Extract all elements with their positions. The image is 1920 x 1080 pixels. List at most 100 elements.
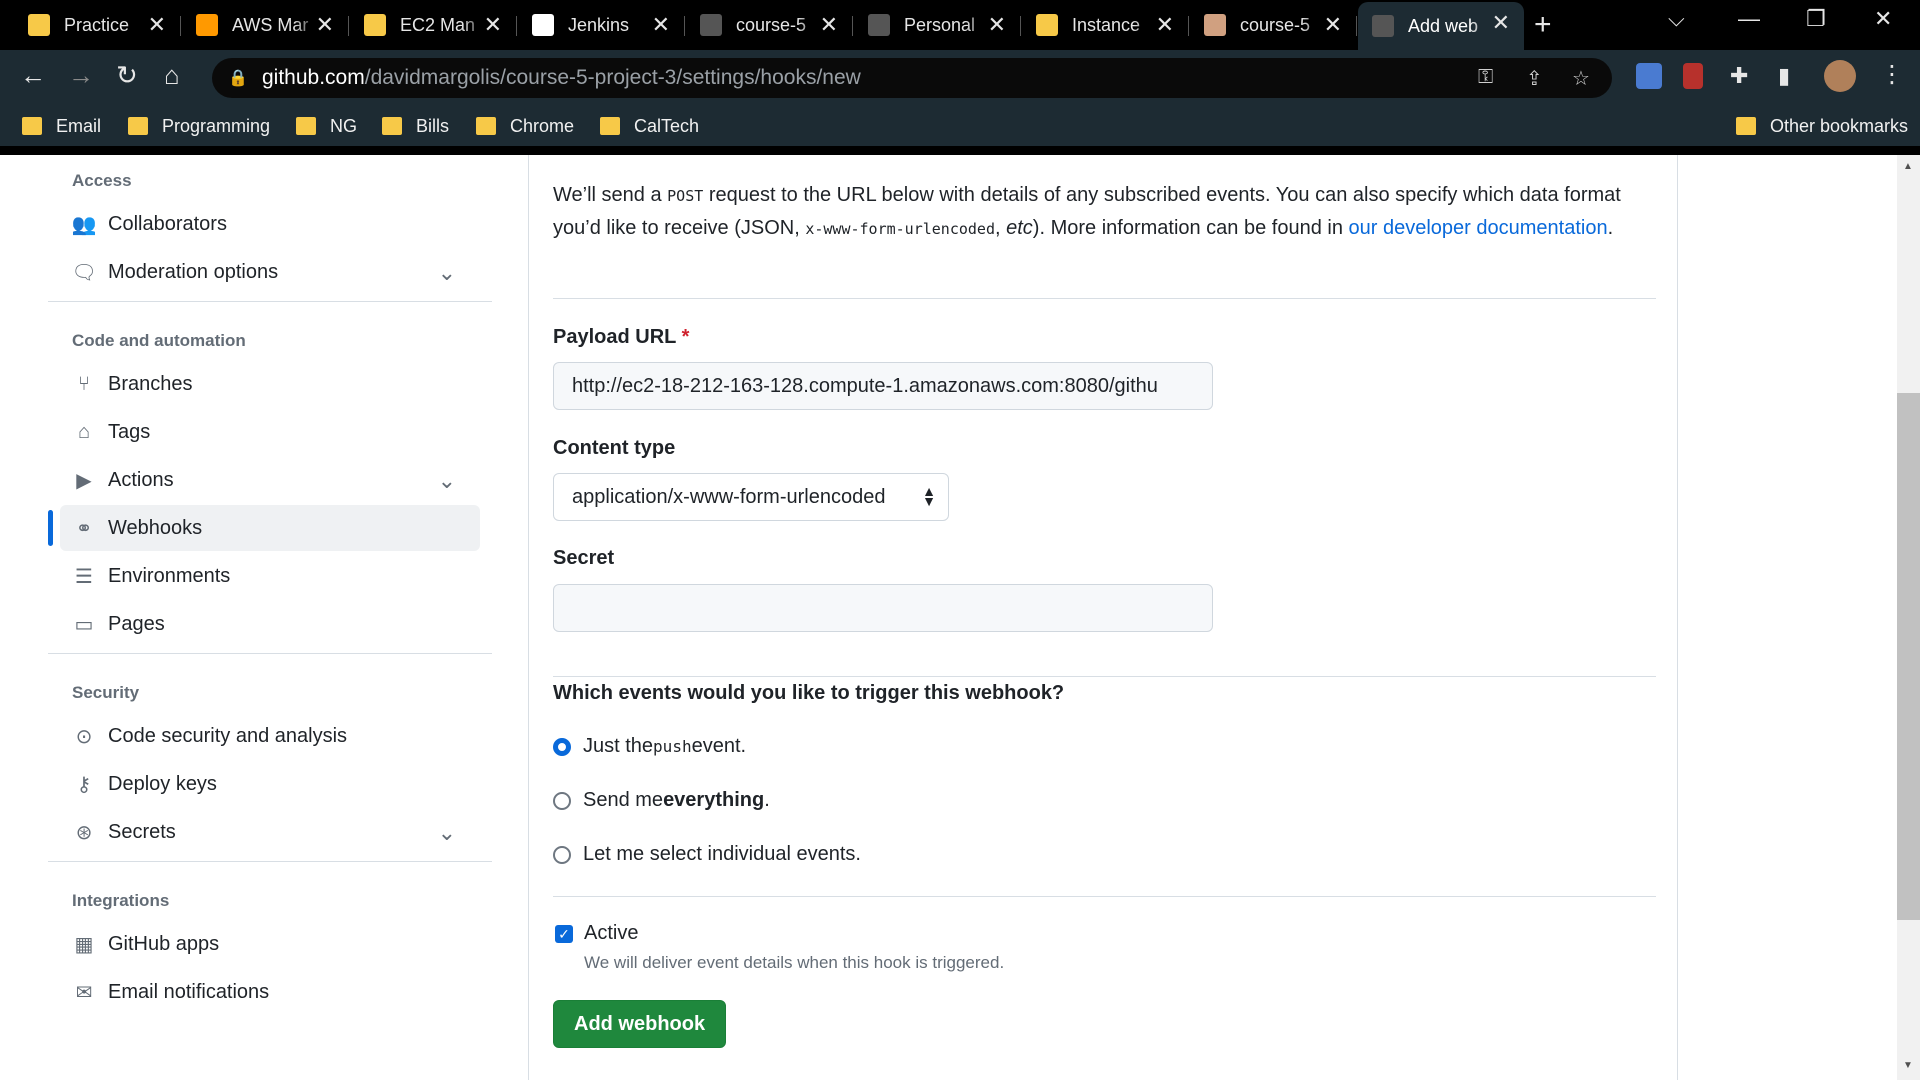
sidebar-item-actions[interactable]: ▶ Actions ⌄ [60,457,480,503]
sidebar-item-pages[interactable]: ▭ Pages [60,601,480,647]
browser-tab[interactable]: EC2 Man ✕ [350,4,517,46]
scrollbar-thumb[interactable] [1897,393,1920,920]
developer-documentation-link[interactable]: our developer documentation [1349,217,1608,239]
select-arrows-icon: ▲ ▼ [922,483,936,509]
add-webhook-button[interactable]: Add webhook [553,1000,727,1048]
browser-tab[interactable]: course-5 ✕ [1190,4,1357,46]
share-icon[interactable]: ⇪ [1526,66,1543,91]
close-tab-icon[interactable]: ✕ [1156,12,1174,38]
sidebar-item-deploy-keys[interactable]: ⚷ Deploy keys [60,761,480,807]
apps-icon: ▦ [74,933,94,956]
secret-input[interactable] [553,584,1213,632]
bookmark-item[interactable]: NG [296,112,357,140]
profile-avatar[interactable] [1824,60,1856,92]
sidebar-item-code-security-and-analysis[interactable]: ⊙ Code security and analysis [60,713,480,759]
minimize-button[interactable]: — [1738,6,1760,32]
bookmarks-bar: Other bookmarks Email Programming NG Bills C… [0,106,1920,146]
aws-box-icon [364,14,386,36]
browser-tab[interactable]: Practice ✕ [14,4,181,46]
tab-separator [1020,16,1021,36]
bookmark-item[interactable]: Bills [382,112,449,140]
aws-box-icon [1036,14,1058,36]
github-icon [868,14,890,36]
chevron-down-icon[interactable]: ⌄ [438,468,456,494]
close-tab-icon[interactable]: ✕ [148,12,166,38]
scroll-up-arrow-icon[interactable]: ▲ [1903,161,1913,172]
translate-extension-icon[interactable] [1636,63,1662,89]
sidebar-item-label: Code security and analysis [108,724,348,747]
menu-kebab-icon[interactable]: ⋮ [1880,60,1904,89]
new-tab-button[interactable]: + [1534,8,1552,42]
bookmark-item[interactable]: Chrome [476,112,574,140]
sidebar-item-label: Secrets [108,820,176,843]
close-window-button[interactable]: ✕ [1874,6,1892,32]
events-question: Which events would you like to trigger t… [553,682,1065,704]
forward-button[interactable]: → [68,60,94,91]
radio-unchecked-icon[interactable] [553,791,571,810]
event-everything-option[interactable]: Send me everything. [553,789,770,812]
close-tab-icon[interactable]: ✕ [652,12,670,38]
sidebar-item-collaborators[interactable]: 👥 Collaborators [60,201,480,247]
sidebar-item-label: Branches [108,372,193,395]
browser-tab[interactable]: AWS Mar ✕ [182,4,349,46]
chevron-down-icon[interactable]: ⌄ [438,260,456,286]
tab-search-icon[interactable]: ⌵ [1668,6,1685,32]
folder-icon [476,117,496,135]
restore-button[interactable]: ❐ [1806,6,1826,32]
close-tab-icon[interactable]: ✕ [820,12,838,38]
content-type-select[interactable]: application/x-www-form-urlencoded ▲ ▼ [553,473,949,521]
extensions-puzzle-icon[interactable]: ✚ [1730,63,1748,89]
tab-title: AWS Mar [232,14,309,35]
reload-button[interactable]: ↻ [116,60,138,91]
sidebar-item-tags[interactable]: ⌂ Tags [60,409,480,455]
tab-title: Personal [904,14,976,35]
event-push-option[interactable]: Just the push event. [553,735,746,758]
secret-label: Secret [553,547,615,569]
tag-icon: ⌂ [77,420,91,443]
scroll-down-arrow-icon[interactable]: ▼ [1903,1060,1913,1071]
browser-tab[interactable]: Jenkins ✕ [518,4,685,46]
close-tab-icon[interactable]: ✕ [316,12,334,38]
chevron-down-icon[interactable]: ⌄ [438,820,456,846]
sidebar-item-environments[interactable]: ☰ Environments [60,553,480,599]
active-checkbox[interactable]: ✓ [555,925,573,943]
server-icon: ☰ [75,565,93,588]
sidebar-divider [48,861,492,862]
home-button[interactable]: ⌂ [164,60,180,91]
close-tab-icon[interactable]: ✕ [484,12,502,38]
sidebar-item-label: GitHub apps [108,932,220,955]
tab-title: Jenkins [568,14,630,35]
browser-tab[interactable]: Instance ✕ [1022,4,1189,46]
sidebar-item-label: Moderation options [108,260,279,283]
side-panel-icon[interactable]: ▮ [1778,63,1790,89]
sidebar-item-branches[interactable]: ⑂ Branches [60,361,480,407]
tab-title: course-5 [1240,14,1311,35]
sidebar-item-webhooks[interactable]: ⚭ Webhooks [60,505,480,551]
browser-tab[interactable]: Add web ✕ [1358,2,1524,50]
url-text[interactable]: github.com/davidmargolis/course-5-projec… [262,66,861,90]
browser-tab[interactable]: Personal ✕ [854,4,1021,46]
reader-extension-icon[interactable] [1683,63,1703,89]
radio-unchecked-icon[interactable] [553,845,571,864]
github-settings-page: Access 👥 Collaborators 🗨 Moderation options ⌄… [0,155,1920,1080]
close-tab-icon[interactable]: ✕ [1492,10,1510,36]
bookmark-item[interactable]: CalTech [600,112,699,140]
event-individual-option[interactable]: Let me select individual events. [553,843,861,866]
sidebar-item-github-apps[interactable]: ▦ GitHub apps [60,921,480,967]
sidebar-item-email-notifications[interactable]: ✉ Email notifications [60,969,480,1015]
password-key-icon[interactable]: ⚿ [1478,66,1493,89]
bookmark-item[interactable]: Email [22,112,101,140]
radio-checked-icon[interactable] [553,737,571,756]
close-tab-icon[interactable]: ✕ [1324,12,1342,38]
sidebar-item-moderation-options[interactable]: 🗨 Moderation options ⌄ [60,249,480,295]
payload-url-input[interactable]: http://ec2-18-212-163-128.compute-1.amaz… [553,362,1213,410]
address-bar[interactable]: 🔒 github.com/davidmargolis/course-5-proj… [212,58,1612,98]
page-scrollbar[interactable]: ▲ ▼ [1897,155,1920,1080]
sidebar-item-secrets[interactable]: ⊛ Secrets ⌄ [60,809,480,855]
close-tab-icon[interactable]: ✕ [988,12,1006,38]
bookmark-star-icon[interactable]: ☆ [1572,66,1590,91]
bookmark-item[interactable]: Programming [128,112,270,140]
other-bookmarks[interactable]: Other bookmarks [1736,112,1908,140]
back-button[interactable]: ← [20,60,46,91]
browser-tab[interactable]: course-5 ✕ [686,4,853,46]
